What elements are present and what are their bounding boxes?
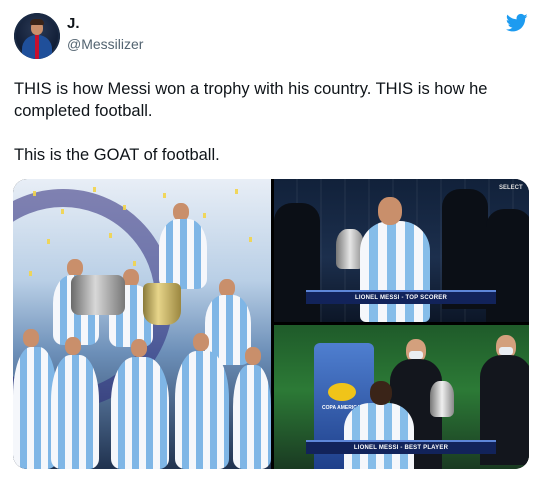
caption-text: LIONEL MESSI - BEST PLAYER	[353, 445, 449, 451]
display-name[interactable]: J.	[67, 15, 80, 32]
tweet-card: J. @Messilizer THIS is how Messi won a t…	[0, 0, 542, 479]
caption-bar: LIONEL MESSI - TOP SCORER	[306, 290, 496, 304]
avatar[interactable]	[14, 13, 60, 59]
media-grid: SELECT LIONEL MESSI - TOP SCORER COPA AM…	[13, 179, 529, 469]
tweet-text: THIS is how Messi won a trophy with his …	[14, 78, 530, 166]
broadcast-badge: SELECT	[499, 185, 523, 191]
photo-top-scorer[interactable]: SELECT LIONEL MESSI - TOP SCORER	[274, 179, 529, 322]
tweet-text-paragraph: This is the GOAT of football.	[14, 146, 220, 164]
caption-text: LIONEL MESSI - TOP SCORER	[354, 295, 447, 301]
user-handle[interactable]: @Messilizer	[67, 36, 143, 52]
twitter-bird-icon[interactable]	[506, 13, 528, 33]
caption-bar: LIONEL MESSI - BEST PLAYER	[306, 440, 496, 454]
photo-team-celebration[interactable]	[13, 179, 271, 469]
copa-america-logo-icon	[328, 383, 356, 401]
tweet-text-paragraph: THIS is how Messi won a trophy with his …	[14, 80, 488, 120]
photo-best-player[interactable]: COPA AMERICA LIONEL MESSI - BEST PLAYER	[274, 325, 529, 469]
